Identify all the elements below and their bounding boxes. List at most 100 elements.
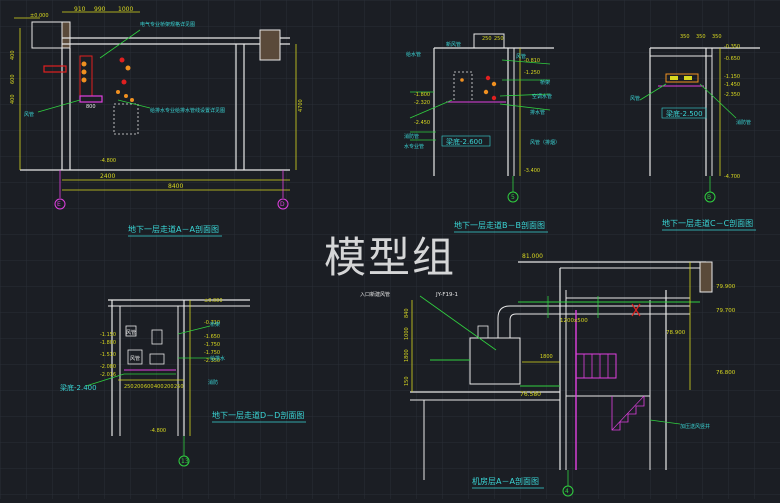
annotation: 桥架 xyxy=(210,321,220,328)
annotation: 新风管 xyxy=(446,41,461,48)
dim-text: 1800 xyxy=(540,354,553,360)
beam-right xyxy=(259,29,281,61)
floor-label: 梁底-2.500 xyxy=(666,109,703,118)
elevation-text: -1.450 xyxy=(724,82,740,88)
dim-text: 350 xyxy=(696,34,706,40)
elevation-text: -1.510 xyxy=(100,352,116,358)
dim-text: 400 xyxy=(10,50,16,60)
pipe-dot xyxy=(116,90,120,94)
dim-text: 150 xyxy=(404,376,410,386)
elevation-text: -2.320 xyxy=(414,100,430,106)
pipe-dot xyxy=(460,78,464,82)
dim-text: 250 xyxy=(174,384,184,390)
pipe-dot xyxy=(483,89,489,95)
floor-label: 梁底-2.600 xyxy=(446,137,483,146)
pipe-dot xyxy=(121,79,127,85)
pipe-dot xyxy=(124,94,128,98)
cad-drawing-canvas: 910 990 1000 ±0.000 400 600 400 4700 电气专… xyxy=(0,0,780,499)
pipe-dot xyxy=(125,65,131,71)
elevation-text: 76.800 xyxy=(716,370,736,376)
dim-text: 1000 xyxy=(404,327,410,340)
dim-text: 1200x500 xyxy=(560,318,588,324)
elevation-text: -2.016 xyxy=(100,372,116,378)
annotation: 消防管 xyxy=(736,119,751,126)
pipe-dot xyxy=(130,98,134,102)
axis-label: B xyxy=(707,194,711,201)
annotation: 排水管 xyxy=(530,109,545,116)
annotation: 给排水专业给排水管线设置详见图 xyxy=(150,107,225,114)
pipe-dot xyxy=(491,81,497,87)
dim-text: 1000 xyxy=(118,6,133,13)
dim-text: 910 xyxy=(74,6,86,13)
dim-text: 350 xyxy=(680,34,690,40)
elevation-text: -0.350 xyxy=(724,44,740,50)
annotation: 给排水 xyxy=(210,355,225,362)
dim-text: 1800 xyxy=(404,349,410,362)
elevation-text: -1.150 xyxy=(724,74,740,80)
pipe-dot xyxy=(491,95,497,101)
duct-fill xyxy=(670,76,678,80)
elevation-text: -2.350 xyxy=(724,92,740,98)
axis-label: 4 xyxy=(565,488,569,495)
pipe-dot xyxy=(485,75,491,81)
annotation: 水专业管 xyxy=(404,143,424,150)
elevation-text: -1.750 xyxy=(204,342,220,348)
elevation-text: -1.800 xyxy=(414,92,430,98)
section-title: 地下一层走道D－D剖面图 xyxy=(212,410,304,420)
annotation: 风管（排烟） xyxy=(530,139,560,146)
axis-label: D xyxy=(280,201,285,208)
pipe-dot xyxy=(119,57,125,63)
dim-text: 990 xyxy=(94,6,106,13)
floor-label: 梁底-2.400 xyxy=(60,383,97,392)
annotation: 给水管 xyxy=(406,51,421,58)
elevation-text: -0.650 xyxy=(724,56,740,62)
annotation: 风管 xyxy=(24,111,34,118)
dim-text: 200 xyxy=(164,384,174,390)
elevation-text: -4.800 xyxy=(150,428,166,434)
elevation-text: 78.900 xyxy=(666,330,686,336)
elevation-text: -4.800 xyxy=(100,158,116,164)
dim-text: 400 xyxy=(10,94,16,104)
dim-text: 4700 xyxy=(298,99,304,112)
elevation-text: -2.450 xyxy=(414,120,430,126)
dim-text: 2400 xyxy=(100,173,115,180)
dim-text: 800 xyxy=(86,104,96,110)
dim-text: 250 xyxy=(124,384,134,390)
pipe-dot xyxy=(81,61,87,67)
annotation: 入口新建风管 xyxy=(360,291,390,298)
dim-text: 600 xyxy=(144,384,154,390)
equipment-label: JY-F19-1 xyxy=(435,292,458,298)
annotation: 加压送风竖井 xyxy=(680,423,710,430)
axis-label: E xyxy=(57,201,61,208)
equipment-label: 风管 xyxy=(130,355,140,362)
dim-text: 200 xyxy=(134,384,144,390)
elevation-text: -0.810 xyxy=(524,58,540,64)
annotation: 空调水管 xyxy=(532,93,552,100)
annotation: 电气专业桥架规格详见图 xyxy=(140,21,195,28)
elevation-text: -1.800 xyxy=(100,340,116,346)
annotation: 消防 xyxy=(208,379,218,386)
elevation-text: -2.080 xyxy=(100,364,116,370)
pipe-dot xyxy=(81,77,87,83)
dim-text: 250 xyxy=(482,36,492,42)
elevation-text: -1.250 xyxy=(524,70,540,76)
elevation-text: -3.400 xyxy=(524,168,540,174)
section-title: 机房层A－A剖面图 xyxy=(472,476,539,486)
axis-label: 5 xyxy=(511,194,515,201)
annotation: 风管 xyxy=(516,53,526,60)
axis-label: 13 xyxy=(181,458,189,465)
dim-text: 840 xyxy=(404,308,410,318)
elevation-text: ±0.000 xyxy=(30,13,49,19)
annotation: 桥架 xyxy=(540,79,550,86)
elevation-text: 79.700 xyxy=(716,308,736,314)
watermark-text: 模型组 xyxy=(323,233,456,282)
dim-text: 600 xyxy=(10,74,16,84)
duct-fill xyxy=(684,76,692,80)
dim-text: 400 xyxy=(154,384,164,390)
annotation: 风管 xyxy=(630,95,640,102)
elevation-text: -1.650 xyxy=(204,334,220,340)
pipe-dot xyxy=(81,69,87,75)
dim-text: 350 xyxy=(712,34,722,40)
elevation-text: 76.580 xyxy=(520,391,541,398)
elevation-text: -4.700 xyxy=(724,174,740,180)
